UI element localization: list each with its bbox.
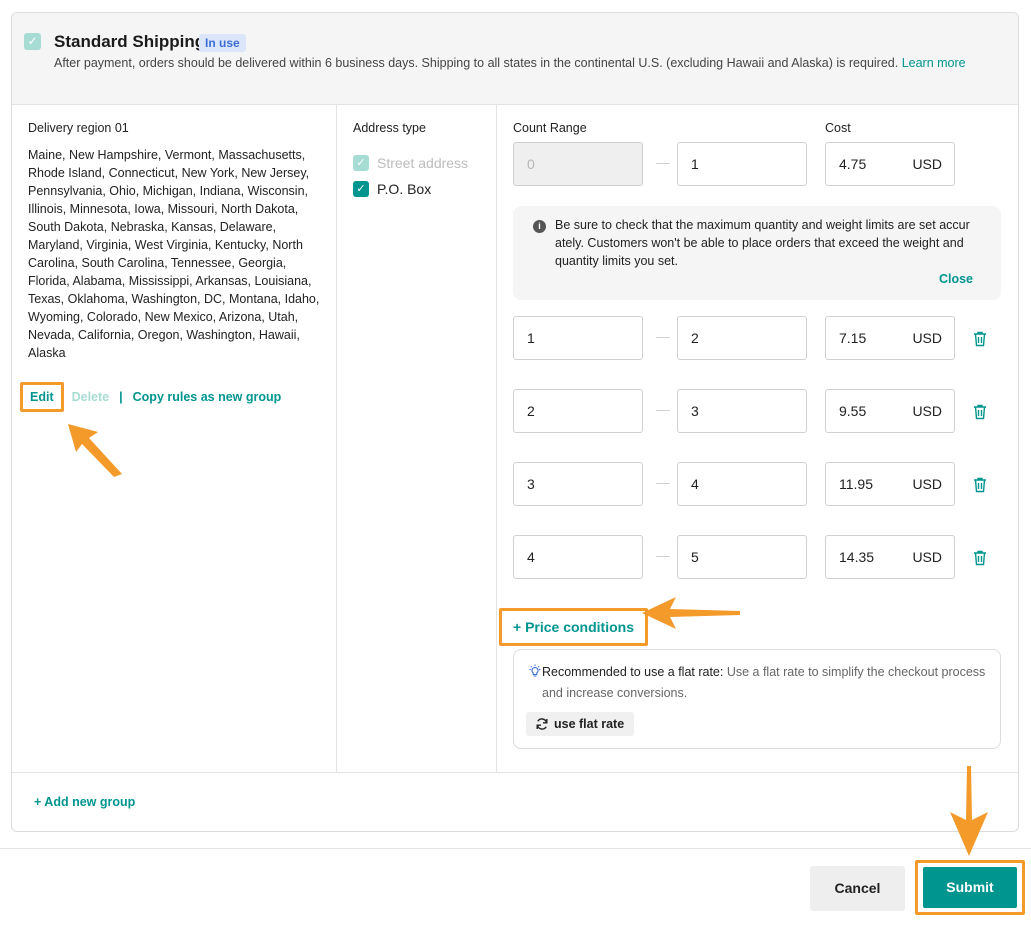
cost-input[interactable]: 9.55 USD xyxy=(825,389,955,433)
range-to-input[interactable]: 1 xyxy=(677,142,807,186)
lightbulb-icon xyxy=(529,664,541,677)
cost-value: 7.15 xyxy=(839,330,867,346)
range-dash: — xyxy=(656,154,670,170)
use-flat-rate-button[interactable]: use flat rate xyxy=(526,712,635,736)
trash-icon[interactable] xyxy=(973,477,987,493)
range-to-input[interactable]: 2 xyxy=(677,316,807,360)
region-column: Delivery region 01 Maine, New Hampshire,… xyxy=(12,105,337,772)
info-icon: i xyxy=(533,220,546,233)
range-from-input[interactable]: 4 xyxy=(513,535,643,579)
range-from-input[interactable]: 3 xyxy=(513,462,643,506)
cost-input[interactable]: 7.15 USD xyxy=(825,316,955,360)
range-from-input[interactable]: 1 xyxy=(513,316,643,360)
recommendation-title: Recommended to use a flat rate: xyxy=(542,665,724,679)
refresh-icon xyxy=(536,718,548,730)
shipping-rule-card: ✓ Standard Shipping In use After payment… xyxy=(11,12,1019,832)
range-dash: — xyxy=(656,547,670,563)
po-box-label: P.O. Box xyxy=(377,181,432,197)
footer-divider xyxy=(0,848,1031,849)
arrow-annotation-icon xyxy=(642,597,740,629)
cost-input[interactable]: 4.75 USD xyxy=(825,142,955,186)
trash-icon[interactable] xyxy=(973,331,987,347)
range-from-input[interactable]: 2 xyxy=(513,389,643,433)
currency-unit: USD xyxy=(912,549,942,565)
limits-notice: i Be sure to check that the maximum quan… xyxy=(513,206,1001,300)
range-from-input: 0 xyxy=(513,142,643,186)
action-separator: | xyxy=(119,390,123,404)
currency-unit: USD xyxy=(912,330,942,346)
street-address-checkbox: ✓ xyxy=(353,155,369,171)
card-header: ✓ Standard Shipping In use After payment… xyxy=(12,13,1018,105)
shipping-description: After payment, orders should be delivere… xyxy=(54,56,966,70)
range-dash: — xyxy=(656,474,670,490)
notice-close-link[interactable]: Close xyxy=(939,272,973,286)
cost-label: Cost xyxy=(825,121,851,135)
cost-value: 4.75 xyxy=(839,156,867,172)
shipping-title: Standard Shipping xyxy=(54,32,206,51)
cost-input[interactable]: 11.95 USD xyxy=(825,462,955,506)
region-title: Delivery region 01 xyxy=(28,121,129,135)
cost-input[interactable]: 14.35 USD xyxy=(825,535,955,579)
arrow-annotation-icon xyxy=(68,424,122,477)
arrow-annotation-icon xyxy=(950,766,988,856)
submit-highlight: Submit xyxy=(915,860,1025,915)
count-range-column: Count Range Cost 0 — 1 4.75 USD i Be sur… xyxy=(497,105,1018,772)
po-box-checkbox[interactable]: ✓ xyxy=(353,181,369,197)
card-footer: + Add new group xyxy=(12,772,1018,831)
region-actions: Edit Delete | Copy rules as new group xyxy=(20,381,281,413)
copy-rules-link[interactable]: Copy rules as new group xyxy=(133,390,282,404)
cost-value: 11.95 xyxy=(839,476,873,492)
notice-text: Be sure to check that the maximum quanti… xyxy=(555,218,970,268)
check-icon: ✓ xyxy=(27,34,38,48)
add-new-group-link[interactable]: + Add new group xyxy=(34,795,135,809)
region-states: Maine, New Hampshire, Vermont, Massachus… xyxy=(28,148,320,360)
address-type-column: Address type ✓ Street address ✓ P.O. Box xyxy=(337,105,497,772)
cancel-button[interactable]: Cancel xyxy=(810,866,905,911)
status-badge: In use xyxy=(199,34,246,52)
currency-unit: USD xyxy=(912,156,942,172)
cost-value: 9.55 xyxy=(839,403,867,419)
address-type-title: Address type xyxy=(353,121,426,135)
currency-unit: USD xyxy=(912,403,942,419)
count-range-label: Count Range xyxy=(513,121,587,135)
trash-icon[interactable] xyxy=(973,550,987,566)
address-option-pobox[interactable]: ✓ P.O. Box xyxy=(353,181,431,197)
submit-button[interactable]: Submit xyxy=(923,867,1017,908)
learn-more-link[interactable]: Learn more xyxy=(902,56,966,70)
trash-icon[interactable] xyxy=(973,404,987,420)
currency-unit: USD xyxy=(912,476,942,492)
range-to-input[interactable]: 3 xyxy=(677,389,807,433)
description-text: After payment, orders should be delivere… xyxy=(54,56,899,70)
range-to-input[interactable]: 4 xyxy=(677,462,807,506)
street-address-label: Street address xyxy=(377,155,469,171)
range-dash: — xyxy=(656,328,670,344)
address-option-street: ✓ Street address xyxy=(353,155,468,171)
enable-checkbox[interactable]: ✓ xyxy=(24,33,41,50)
price-conditions-button[interactable]: + Price conditions xyxy=(499,608,648,646)
cost-value: 14.35 xyxy=(839,549,875,565)
flat-rate-recommendation: Recommended to use a flat rate: Use a fl… xyxy=(513,649,1001,749)
delete-link[interactable]: Delete xyxy=(72,390,110,404)
range-to-input[interactable]: 5 xyxy=(677,535,807,579)
range-dash: — xyxy=(656,401,670,417)
edit-link[interactable]: Edit xyxy=(20,382,64,412)
use-flat-rate-label: use flat rate xyxy=(554,717,625,731)
recommendation-text: Recommended to use a flat rate: Use a fl… xyxy=(542,662,992,704)
